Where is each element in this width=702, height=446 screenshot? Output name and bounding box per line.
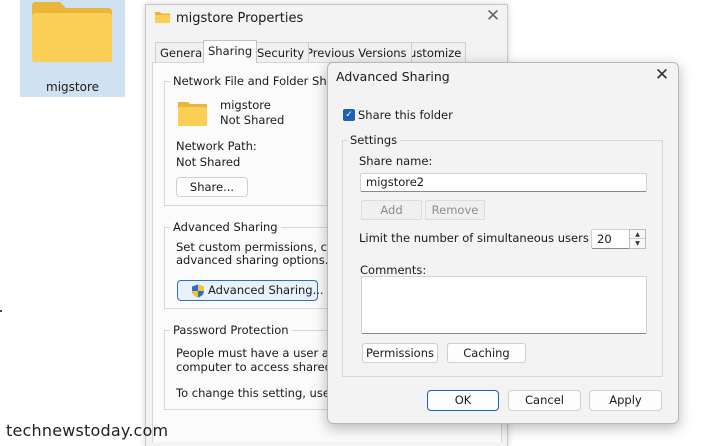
- advanced-sharing-button-label: Advanced Sharing...: [208, 283, 324, 297]
- share-name-label: Share name:: [359, 154, 433, 168]
- password-protection-legend: Password Protection: [170, 323, 292, 337]
- limit-users-label: Limit the number of simultaneous users t…: [359, 231, 608, 245]
- advanced-sharing-legend: Advanced Sharing: [170, 220, 281, 234]
- spin-up-icon[interactable]: ▲: [630, 230, 645, 239]
- password-protection-text-3: To change this setting, use the: [176, 386, 353, 400]
- comments-textarea[interactable]: [361, 276, 647, 334]
- limit-users-input[interactable]: 20: [591, 229, 630, 249]
- remove-button[interactable]: Remove: [425, 200, 485, 220]
- stray-dot: [0, 310, 2, 312]
- advanced-sharing-dialog-title: Advanced Sharing: [336, 69, 450, 84]
- close-icon[interactable]: ✕: [653, 66, 671, 84]
- share-folder-checkbox[interactable]: ✓: [343, 109, 355, 121]
- shield-icon: [192, 284, 204, 298]
- network-path-label: Network Path:: [176, 139, 257, 153]
- share-folder-label[interactable]: Share this folder: [358, 108, 453, 122]
- ok-button[interactable]: OK: [427, 390, 499, 411]
- cancel-button[interactable]: Cancel: [508, 390, 581, 411]
- shared-folder-name: migstore: [220, 98, 271, 112]
- share-button[interactable]: Share...: [176, 177, 248, 197]
- spin-down-icon[interactable]: ▼: [630, 239, 645, 248]
- folder-icon: [178, 102, 207, 126]
- share-status: Not Shared: [220, 113, 285, 127]
- advanced-sharing-button[interactable]: Advanced Sharing...: [177, 280, 324, 301]
- desktop-folder-label: migstore: [46, 80, 99, 94]
- comments-label: Comments:: [360, 263, 427, 277]
- settings-legend: Settings: [347, 133, 401, 147]
- tab-security[interactable]: Security: [252, 42, 310, 62]
- close-icon[interactable]: ✕: [484, 7, 502, 25]
- permissions-button[interactable]: Permissions: [362, 343, 438, 363]
- watermark: technewstoday.com: [6, 421, 169, 440]
- apply-button[interactable]: Apply: [589, 390, 662, 411]
- folder-icon: [155, 12, 170, 23]
- tab-previous-versions[interactable]: Previous Versions: [301, 42, 412, 62]
- tab-sharing[interactable]: Sharing: [203, 40, 258, 63]
- add-button[interactable]: Add: [361, 200, 422, 220]
- share-name-input[interactable]: migstore2: [360, 173, 647, 192]
- network-path-value: Not Shared: [176, 155, 241, 169]
- folder-icon[interactable]: [30, 0, 114, 64]
- limit-users-stepper[interactable]: ▲ ▼: [629, 229, 646, 249]
- caching-button[interactable]: Caching: [447, 343, 526, 363]
- advanced-sharing-desc-2: advanced sharing options.: [176, 253, 329, 267]
- properties-title: migstore Properties: [176, 11, 304, 26]
